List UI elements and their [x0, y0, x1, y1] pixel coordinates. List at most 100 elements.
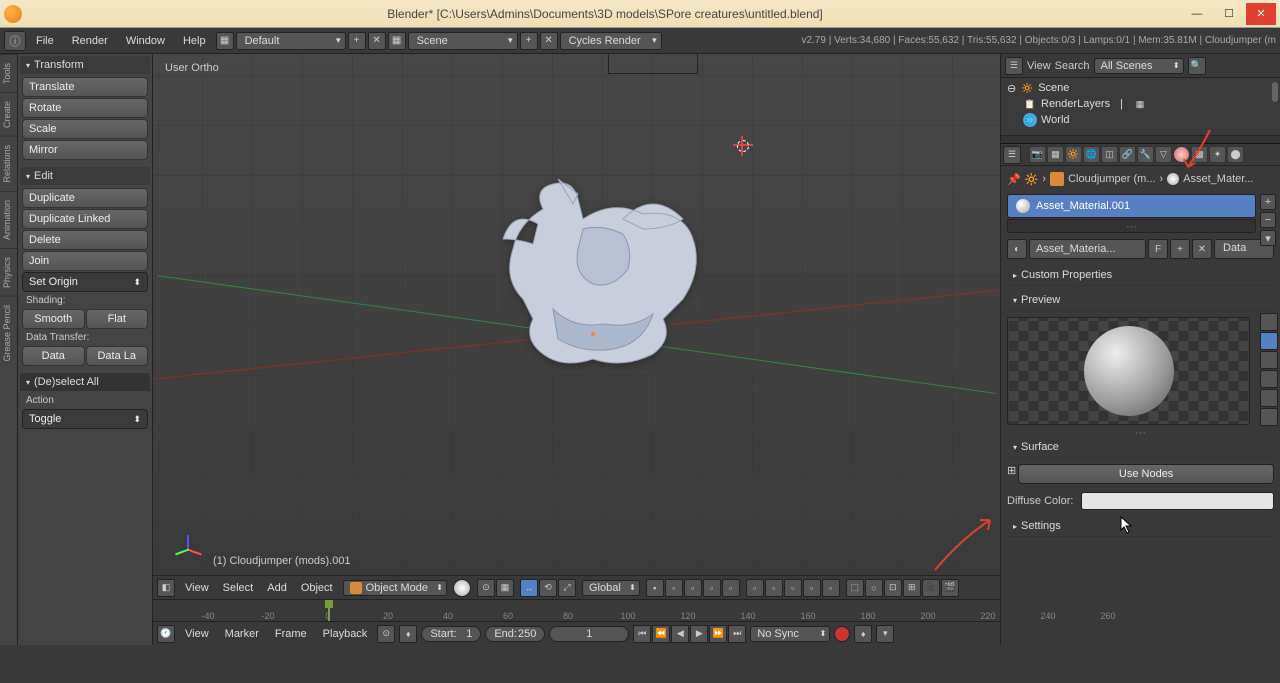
- duplicate-button[interactable]: Duplicate: [22, 188, 148, 208]
- breadcrumb-material[interactable]: Asset_Mater...: [1183, 173, 1253, 185]
- tl-playback-menu[interactable]: Playback: [317, 628, 374, 640]
- tab-scene-icon[interactable]: 🔆: [1065, 146, 1082, 163]
- outliner-search-menu[interactable]: Search: [1055, 60, 1090, 72]
- play-button[interactable]: ▶: [690, 625, 708, 643]
- menu-render[interactable]: Render: [64, 35, 116, 47]
- editor-type-icon[interactable]: ⓘ: [4, 31, 26, 51]
- preview-world-icon[interactable]: [1260, 408, 1278, 426]
- breadcrumb-object[interactable]: Cloudjumper (m...: [1068, 173, 1155, 185]
- tab-object-icon[interactable]: ◫: [1101, 146, 1118, 163]
- smooth-button[interactable]: Smooth: [22, 309, 85, 329]
- jump-end-button[interactable]: ⏭: [728, 625, 746, 643]
- settings-header[interactable]: Settings: [1007, 516, 1274, 537]
- preview-hair-icon[interactable]: [1260, 389, 1278, 407]
- tl-view-menu[interactable]: View: [179, 628, 215, 640]
- keying-set-icon[interactable]: ♦: [854, 625, 872, 643]
- view-menu[interactable]: View: [181, 582, 213, 594]
- fake-user-button[interactable]: F: [1148, 239, 1168, 259]
- scene-browse-icon[interactable]: ▦: [388, 32, 406, 50]
- outliner-display-dropdown[interactable]: All Scenes: [1094, 58, 1184, 74]
- auto-keyframe-icon[interactable]: ⊙: [377, 625, 395, 643]
- unlink-material-button[interactable]: ✕: [1192, 239, 1212, 259]
- pin-icon[interactable]: 📌: [1007, 173, 1021, 186]
- tab-material-icon[interactable]: [1173, 146, 1190, 163]
- tab-relations[interactable]: Relations: [0, 136, 17, 191]
- tab-renderlayers-icon[interactable]: ▦: [1047, 146, 1064, 163]
- editor-type-timeline-icon[interactable]: 🕐: [157, 625, 175, 643]
- auto-record-button[interactable]: [834, 626, 850, 642]
- tab-grease-pencil[interactable]: Grease Pencil: [0, 296, 17, 370]
- tab-constraints-icon[interactable]: 🔗: [1119, 146, 1136, 163]
- material-slot[interactable]: Asset_Material.001: [1007, 194, 1256, 218]
- tab-create[interactable]: Create: [0, 92, 17, 136]
- keyframe-type-icon[interactable]: ♦: [399, 625, 417, 643]
- add-scene-button[interactable]: +: [520, 32, 538, 50]
- jump-start-button[interactable]: ⏮: [633, 625, 651, 643]
- delete-scene-button[interactable]: ✕: [540, 32, 558, 50]
- add-slot-button[interactable]: +: [1260, 194, 1276, 210]
- opengl-anim-icon[interactable]: 🎬: [941, 579, 959, 597]
- timeline-editor[interactable]: -40 -20 0 20 40 60 80 100 120 140 160 18…: [153, 599, 1000, 621]
- mode-dropdown[interactable]: Object Mode: [343, 580, 447, 596]
- manipulator-rotate-icon[interactable]: ⟲: [539, 579, 557, 597]
- preview-header[interactable]: Preview: [1007, 290, 1274, 311]
- keyframe-next-button[interactable]: ⏩: [709, 625, 727, 643]
- menu-help[interactable]: Help: [175, 35, 214, 47]
- preview-monkey-icon[interactable]: [1260, 370, 1278, 388]
- keying-set-dropdown-icon[interactable]: ▾: [876, 625, 894, 643]
- material-name-field[interactable]: Asset_Materia...: [1029, 239, 1146, 259]
- tab-particles-icon[interactable]: ✦: [1209, 146, 1226, 163]
- set-origin-dropdown[interactable]: Set Origin: [22, 272, 148, 292]
- preview-flat-icon[interactable]: [1260, 313, 1278, 331]
- tab-data-icon[interactable]: ▽: [1155, 146, 1172, 163]
- tl-frame-menu[interactable]: Frame: [269, 628, 313, 640]
- orientation-dropdown[interactable]: Global: [582, 580, 640, 596]
- menu-window[interactable]: Window: [118, 35, 173, 47]
- mirror-button[interactable]: Mirror: [22, 140, 148, 160]
- preview-cube-icon[interactable]: [1260, 351, 1278, 369]
- end-frame-field[interactable]: End:250: [485, 626, 545, 642]
- tab-animation[interactable]: Animation: [0, 191, 17, 248]
- select-menu[interactable]: Select: [219, 582, 258, 594]
- tab-physics[interactable]: Physics: [0, 248, 17, 296]
- tl-marker-menu[interactable]: Marker: [219, 628, 265, 640]
- outliner-tree[interactable]: ⊖🔆Scene 📋RenderLayers|▦ 🌐World: [1001, 78, 1280, 135]
- 3d-viewport[interactable]: User Ortho (1) Cloudjumper (mods).001: [153, 54, 1000, 575]
- pivot-icon[interactable]: ⊙: [477, 579, 495, 597]
- tab-world-icon[interactable]: 🌐: [1083, 146, 1100, 163]
- outliner-search-icon[interactable]: 🔍: [1188, 57, 1206, 75]
- sync-dropdown[interactable]: No Sync: [750, 626, 830, 642]
- surface-header[interactable]: Surface: [1007, 437, 1274, 458]
- transform-panel-header[interactable]: Transform: [20, 56, 150, 74]
- manipulator-translate-icon[interactable]: ↔: [520, 579, 538, 597]
- remove-slot-button[interactable]: −: [1260, 212, 1276, 228]
- start-frame-field[interactable]: Start:1: [421, 626, 481, 642]
- current-frame-field[interactable]: 1: [549, 626, 629, 642]
- delete-layout-button[interactable]: ✕: [368, 32, 386, 50]
- operator-panel-header[interactable]: (De)select All: [20, 373, 150, 391]
- proportional-edit-icon[interactable]: ○: [865, 579, 883, 597]
- diffuse-color-swatch[interactable]: [1081, 492, 1274, 510]
- data-layout-button[interactable]: Data La: [86, 346, 149, 366]
- tab-physics-icon[interactable]: ⬤: [1227, 146, 1244, 163]
- outliner-scrollbar[interactable]: [1272, 82, 1278, 102]
- layer-buttons-2[interactable]: ▫▫▫▫▫: [746, 579, 840, 597]
- shading-mode-icon[interactable]: [453, 579, 471, 597]
- add-layout-button[interactable]: +: [348, 32, 366, 50]
- editor-type-props-icon[interactable]: ☰: [1003, 146, 1021, 164]
- snap-icon[interactable]: ⊡: [884, 579, 902, 597]
- snap-type-icon[interactable]: ⊞: [903, 579, 921, 597]
- preview-sphere-button[interactable]: [1260, 332, 1278, 350]
- back-to-previous-icon[interactable]: ▦: [216, 32, 234, 50]
- slot-specials-button[interactable]: ▾: [1260, 230, 1276, 246]
- custom-properties-header[interactable]: Custom Properties: [1007, 265, 1274, 286]
- flat-button[interactable]: Flat: [86, 309, 149, 329]
- scene-dropdown[interactable]: Scene: [408, 32, 518, 50]
- keyframe-prev-button[interactable]: ⏪: [652, 625, 670, 643]
- tree-scene[interactable]: ⊖🔆Scene: [1003, 80, 1278, 96]
- tree-renderlayers[interactable]: 📋RenderLayers|▦: [1003, 96, 1278, 112]
- render-engine-dropdown[interactable]: Cycles Render: [560, 32, 662, 50]
- tree-world[interactable]: 🌐World: [1003, 112, 1278, 128]
- rotate-button[interactable]: Rotate: [22, 98, 148, 118]
- browse-material-icon[interactable]: ◐: [1007, 239, 1027, 259]
